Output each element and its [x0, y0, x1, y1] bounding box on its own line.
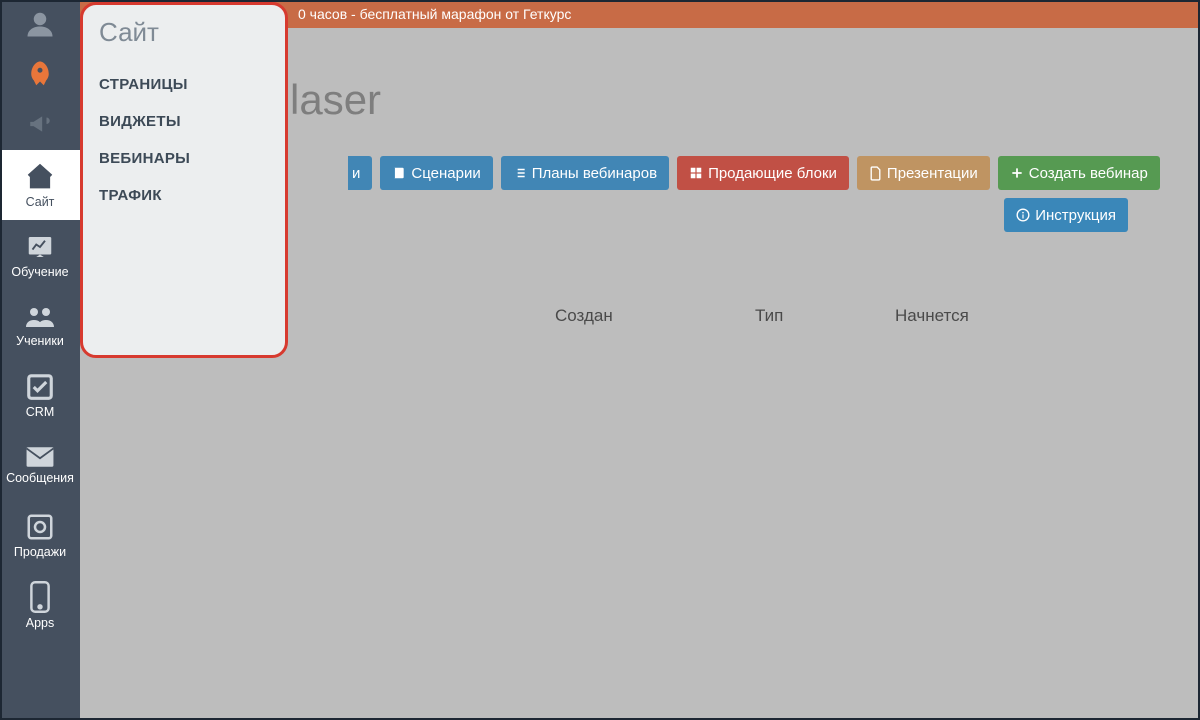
flyout-item-traffic[interactable]: ТРАФИК: [99, 177, 269, 214]
sidebar-item-announce[interactable]: [0, 100, 80, 150]
sidebar-item-sales[interactable]: Продажи: [0, 500, 80, 570]
sidebar-item-students[interactable]: Ученики: [0, 290, 80, 360]
table-header: Создан Тип Начнется: [160, 306, 1200, 326]
sidebar-label: Обучение: [11, 265, 68, 279]
action-bar: и Сценарии Планы вебинаров Продающие бло…: [348, 156, 1160, 190]
sidebar-item-crm[interactable]: CRM: [0, 360, 80, 430]
list-icon: [513, 166, 527, 180]
button-label: Планы вебинаров: [532, 165, 657, 182]
info-icon: [1016, 208, 1030, 222]
flyout-item-widgets[interactable]: ВИДЖЕТЫ: [99, 103, 269, 140]
sidebar-label: CRM: [26, 405, 54, 419]
button-label: Презентации: [887, 165, 978, 182]
sidebar-label: Сообщения: [6, 471, 74, 485]
sidebar-item-messages[interactable]: Сообщения: [0, 430, 80, 500]
flyout-item-webinars[interactable]: ВЕБИНАРЫ: [99, 140, 269, 177]
file-icon: [869, 166, 882, 181]
sidebar-item-rocket[interactable]: [0, 50, 80, 100]
site-submenu-flyout: Сайт СТРАНИЦЫ ВИДЖЕТЫ ВЕБИНАРЫ ТРАФИК: [80, 2, 288, 358]
flyout-title: Сайт: [99, 17, 269, 48]
instruction-row: Инструкция: [1004, 198, 1128, 232]
banner-text: 0 часов - бесплатный марафон от Геткурс: [298, 6, 571, 22]
create-webinar-button[interactable]: Создать вебинар: [998, 156, 1160, 190]
user-icon: [25, 9, 55, 39]
plus-icon: [1010, 166, 1024, 180]
sidebar-item-apps[interactable]: Apps: [0, 570, 80, 640]
button-label: Сценарии: [411, 165, 480, 182]
button-partial[interactable]: и: [348, 156, 372, 190]
megaphone-icon: [27, 111, 53, 137]
button-label: Продающие блоки: [708, 165, 837, 182]
selling-blocks-button[interactable]: Продающие блоки: [677, 156, 849, 190]
th-created: Создан: [555, 306, 755, 326]
users-icon: [24, 303, 56, 331]
book-icon: [392, 166, 406, 180]
button-label: Инструкция: [1035, 207, 1116, 224]
sidebar-label: Apps: [26, 616, 55, 630]
sidebar-label: Продажи: [14, 545, 66, 559]
presentations-button[interactable]: Презентации: [857, 156, 990, 190]
instruction-button[interactable]: Инструкция: [1004, 198, 1128, 232]
page-title: laser: [290, 76, 381, 124]
rocket-icon: [25, 59, 55, 89]
scenarios-button[interactable]: Сценарии: [380, 156, 492, 190]
sidebar-item-site[interactable]: Сайт: [0, 150, 80, 220]
button-label: и: [352, 165, 360, 182]
webinar-plans-button[interactable]: Планы вебинаров: [501, 156, 669, 190]
check-square-icon: [25, 372, 55, 402]
mail-icon: [25, 446, 55, 468]
chart-icon: [25, 232, 55, 262]
safe-icon: [25, 512, 55, 542]
sidebar-label: Сайт: [26, 195, 55, 209]
phone-icon: [29, 581, 51, 613]
th-starts: Начнется: [895, 306, 1035, 326]
sidebar-label: Ученики: [16, 334, 64, 348]
grid-icon: [689, 166, 703, 180]
sidebar-item-training[interactable]: Обучение: [0, 220, 80, 290]
sidebar: Сайт Обучение Ученики CRM Сообщения Прод…: [0, 0, 80, 720]
flyout-item-pages[interactable]: СТРАНИЦЫ: [99, 66, 269, 103]
th-type: Тип: [755, 306, 895, 326]
button-label: Создать вебинар: [1029, 165, 1148, 182]
sidebar-item-profile[interactable]: [0, 0, 80, 50]
home-icon: [25, 162, 55, 192]
